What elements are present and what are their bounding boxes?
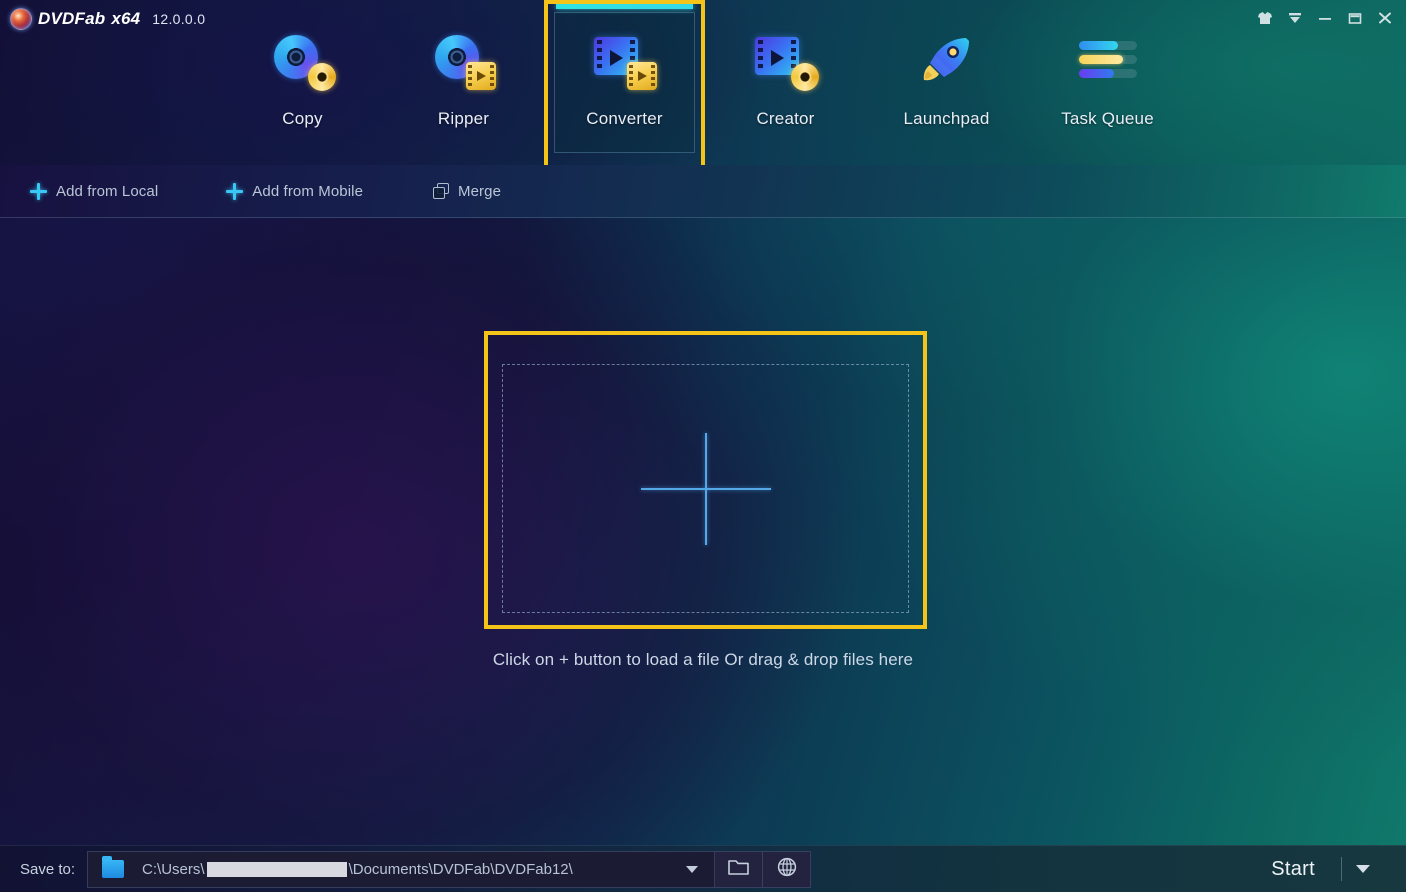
output-path-field[interactable]: C:\Users\ \Documents\DVDFab\DVDFab12\ bbox=[87, 850, 716, 888]
dvdfab-orb-logo-icon bbox=[10, 8, 32, 30]
theme-shirt-icon[interactable] bbox=[1252, 6, 1278, 30]
folder-outline-icon bbox=[727, 858, 750, 881]
plus-icon bbox=[226, 182, 244, 200]
menu-caret-icon[interactable] bbox=[1282, 6, 1308, 30]
minimize-icon[interactable] bbox=[1312, 6, 1338, 30]
add-from-local-button[interactable]: Add from Local bbox=[16, 165, 172, 218]
chevron-down-icon[interactable] bbox=[686, 865, 699, 873]
output-path-value: C:\Users\ \Documents\DVDFab\DVDFab12\ bbox=[142, 861, 573, 878]
online-output-button[interactable] bbox=[763, 850, 812, 888]
plus-icon bbox=[30, 182, 47, 200]
plus-large-icon[interactable] bbox=[640, 432, 771, 545]
tab-creator[interactable]: Creator bbox=[705, 0, 866, 165]
browse-folder-button[interactable] bbox=[715, 850, 764, 888]
rocket-icon bbox=[916, 33, 978, 89]
tab-creator-label: Creator bbox=[756, 109, 815, 128]
path-prefix: C:\Users\ bbox=[142, 860, 205, 878]
tab-task-queue-label: Task Queue bbox=[1061, 109, 1154, 128]
path-suffix: \Documents\DVDFab\DVDFab12\ bbox=[348, 860, 573, 878]
tab-ripper-label: Ripper bbox=[437, 109, 490, 128]
film-converter-icon bbox=[593, 33, 657, 90]
merge-button[interactable]: Merge bbox=[419, 165, 515, 218]
disc-copy-icon bbox=[272, 33, 336, 91]
dvdfab-window: DVDFab x64 12.0.0.0 Copy Ripper Converte… bbox=[0, 0, 1406, 892]
close-icon[interactable] bbox=[1372, 6, 1398, 30]
film-creator-icon bbox=[754, 33, 819, 91]
folder-blue-icon bbox=[102, 856, 125, 878]
tab-converter-active-bar bbox=[556, 4, 693, 9]
window-controls bbox=[1252, 6, 1398, 30]
start-button[interactable]: Start bbox=[1245, 858, 1341, 881]
app-edition: x64 bbox=[111, 9, 141, 28]
title-bar: DVDFab x64 12.0.0.0 Copy Ripper Converte… bbox=[0, 0, 1406, 172]
disc-ripper-icon bbox=[433, 33, 496, 90]
app-logo: DVDFab x64 12.0.0.0 bbox=[10, 8, 205, 30]
task-queue-bars-icon bbox=[1077, 33, 1139, 89]
drop-hint-text: Click on + button to load a file Or drag… bbox=[492, 650, 914, 669]
tab-launchpad-label: Launchpad bbox=[903, 109, 990, 128]
globe-icon bbox=[777, 857, 797, 882]
tab-launchpad[interactable]: Launchpad bbox=[866, 0, 1027, 165]
tab-task-queue[interactable]: Task Queue bbox=[1027, 0, 1188, 165]
redacted-username bbox=[206, 861, 347, 877]
start-options-caret-icon[interactable] bbox=[1342, 851, 1384, 888]
tab-ripper[interactable]: Ripper bbox=[383, 0, 544, 165]
app-name: DVDFab bbox=[38, 9, 106, 28]
add-from-mobile-label: Add from Mobile bbox=[252, 182, 364, 200]
drop-target[interactable] bbox=[502, 364, 909, 613]
add-from-local-label: Add from Local bbox=[56, 182, 159, 200]
merge-icon bbox=[433, 183, 450, 199]
merge-label: Merge bbox=[458, 182, 502, 200]
tab-copy-label: Copy bbox=[282, 109, 323, 128]
secondary-toolbar: Add from Local Add from Mobile Merge bbox=[0, 165, 1406, 218]
tab-copy[interactable]: Copy bbox=[222, 0, 383, 165]
add-from-mobile-button[interactable]: Add from Mobile bbox=[212, 165, 377, 218]
file-drop-area[interactable] bbox=[484, 331, 927, 629]
bottom-bar: Save to: C:\Users\ \Documents\DVDFab\DVDF… bbox=[0, 845, 1406, 892]
save-to-label: Save to: bbox=[20, 860, 76, 878]
tab-converter-label: Converter bbox=[586, 109, 663, 128]
maximize-icon[interactable] bbox=[1342, 6, 1368, 30]
tab-converter[interactable]: Converter bbox=[544, 0, 705, 172]
main-tabs: Copy Ripper Converter Creator Launchpad … bbox=[222, 0, 1188, 172]
app-version: 12.0.0.0 bbox=[152, 11, 206, 27]
start-control-group: Start bbox=[1245, 851, 1384, 888]
